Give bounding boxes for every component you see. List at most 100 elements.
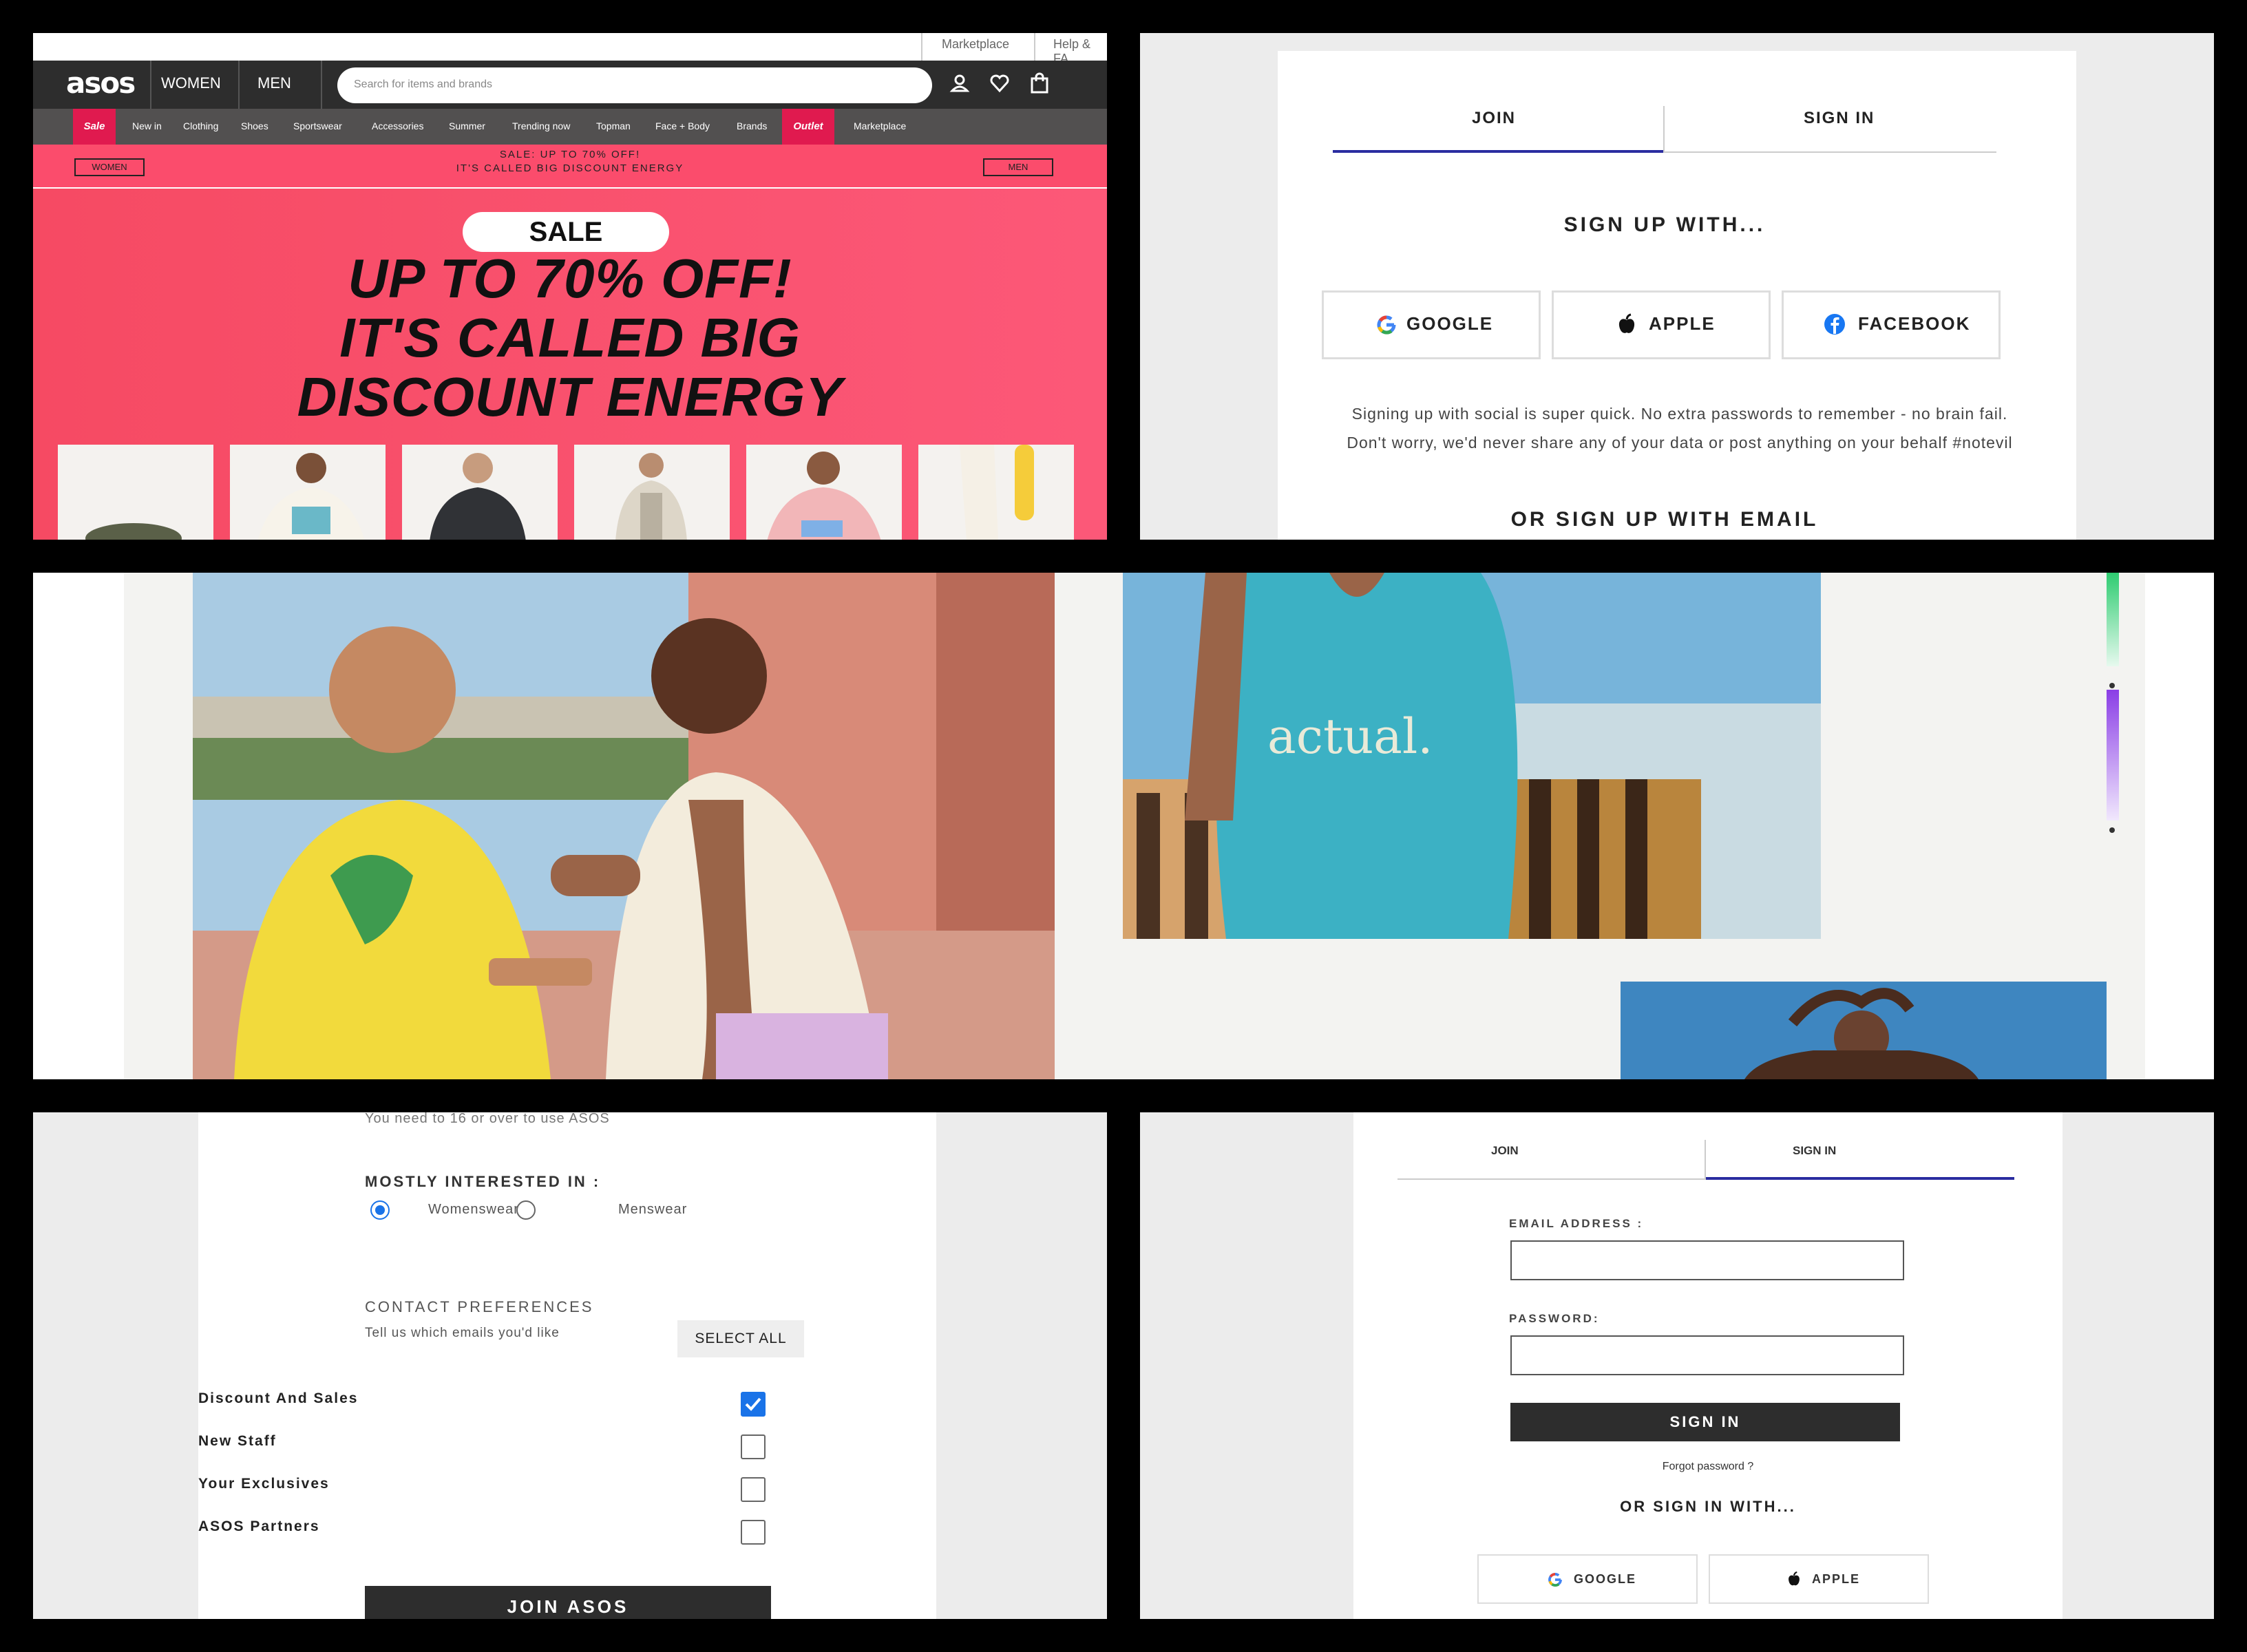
tshirt-print: actual. [1267, 708, 1433, 765]
pref-new-staff: New Staff [198, 1433, 277, 1449]
product-image [430, 453, 526, 540]
search-placeholder: Search for items and brands [354, 78, 492, 90]
promo-women-button[interactable]: WOMEN [74, 158, 145, 176]
product-card[interactable] [58, 445, 213, 540]
tab-divider [1705, 1140, 1706, 1180]
promo-men-button[interactable]: MEN [983, 158, 1053, 176]
category-topman[interactable]: Topman [596, 120, 631, 131]
pref-asos-partners: ASOS Partners [198, 1518, 320, 1534]
sign-up-email-heading: OR SIGN UP WITH EMAIL [1510, 508, 1819, 531]
tab-women[interactable]: WOMEN [161, 74, 221, 92]
google-label: GOOGLE [1574, 1572, 1637, 1586]
password-field[interactable] [1510, 1335, 1904, 1375]
checkbox-asos-partners[interactable] [741, 1520, 766, 1545]
asos-homepage-panel: Marketplace Help & FA asos WOMEN MEN Sea… [33, 33, 1107, 540]
checkbox-your-exclusives[interactable] [741, 1477, 766, 1502]
category-new-in[interactable]: New in [132, 120, 162, 131]
category-face-body[interactable]: Face + Body [655, 120, 710, 131]
product-card[interactable] [402, 445, 558, 540]
product-image [615, 453, 687, 540]
lifestyle-photo-third[interactable] [1621, 982, 2107, 1079]
radio-menswear[interactable] [516, 1200, 536, 1220]
category-brands[interactable]: Brands [737, 120, 767, 131]
promo-line-2: IT'S CALLED BIG DISCOUNT ENERGY [456, 162, 684, 174]
photo-two-men [193, 573, 1055, 1079]
promo-banner[interactable]: SALE: UP TO 70% OFF! IT'S CALLED BIG DIS… [33, 145, 1107, 187]
tab-sign-in[interactable]: SIGN IN [1793, 1144, 1836, 1158]
tab-men[interactable]: MEN [257, 74, 291, 92]
category-trending-now[interactable]: Trending now [512, 120, 570, 131]
google-button[interactable]: GOOGLE [1322, 290, 1541, 359]
email-field[interactable] [1510, 1240, 1904, 1280]
category-clothing[interactable]: Clothing [183, 120, 218, 131]
scroll-indicator-purple [2107, 690, 2119, 820]
scroll-dot [2109, 683, 2115, 688]
email-label: EMAIL ADDRESS : [1509, 1217, 1644, 1230]
facebook-button[interactable]: FACEBOOK [1782, 290, 2001, 359]
facebook-icon [1824, 314, 1845, 335]
category-outlet[interactable]: Outlet [782, 109, 834, 145]
lifestyle-photo-main[interactable] [193, 573, 1055, 1079]
join-social-panel: JOIN SIGN IN SIGN UP WITH... GOOGLE APPL… [1140, 33, 2214, 540]
join-asos-button[interactable]: JOIN ASOS [365, 1586, 771, 1619]
search-input[interactable]: Search for items and brands [337, 67, 932, 103]
forgot-password-link[interactable]: Forgot password ? [1353, 1461, 2063, 1473]
apple-button[interactable]: APPLE [1552, 290, 1771, 359]
photo-teal-tshirt: actual. [1123, 573, 1821, 939]
select-all-button[interactable]: SELECT ALL [677, 1320, 804, 1357]
product-image [767, 452, 881, 540]
lifestyle-photo-tshirt[interactable]: actual. [1123, 573, 1821, 939]
category-accessories[interactable]: Accessories [372, 120, 423, 131]
product-image [85, 523, 182, 540]
bag-icon[interactable] [1028, 72, 1051, 95]
apple-button[interactable]: APPLE [1709, 1554, 1929, 1604]
photo-man-posing [1621, 982, 2107, 1079]
main-nav: asos WOMEN MEN Search for items and bran… [33, 61, 1107, 109]
tab-join[interactable]: JOIN [1472, 109, 1516, 128]
product-card[interactable] [230, 445, 386, 540]
hero-headline-2: IT'S CALLED BIG [339, 307, 801, 368]
menswear-label[interactable]: Menswear [618, 1202, 687, 1218]
utility-link-marketplace[interactable]: Marketplace [942, 37, 1009, 52]
category-sportswear[interactable]: Sportswear [293, 120, 342, 131]
sale-pill: SALE [463, 212, 669, 252]
google-icon [1548, 1573, 1562, 1587]
google-icon [1377, 315, 1396, 335]
facebook-label: FACEBOOK [1858, 313, 1971, 334]
pref-your-exclusives: Your Exclusives [198, 1476, 330, 1492]
sign-in-button[interactable]: SIGN IN [1510, 1403, 1900, 1441]
product-card[interactable] [574, 445, 730, 540]
scroll-dot [2109, 827, 2115, 833]
product-image [257, 453, 365, 540]
pref-discount-sales: Discount And Sales [198, 1390, 359, 1406]
password-label: PASSWORD: [1509, 1312, 1600, 1325]
tab-join[interactable]: JOIN [1491, 1144, 1519, 1158]
asos-logo[interactable]: asos [66, 66, 136, 100]
account-icon[interactable] [949, 72, 971, 95]
sign-in-card: JOIN SIGN IN EMAIL ADDRESS : PASSWORD: S… [1353, 1112, 2063, 1619]
checkbox-discount-sales[interactable] [741, 1392, 766, 1417]
hero-headline-3: DISCOUNT ENERGY [297, 366, 843, 427]
divider [321, 61, 322, 109]
category-sale[interactable]: Sale [73, 109, 116, 145]
apple-icon [1789, 1571, 1800, 1586]
sale-hero-banner[interactable]: SALE UP TO 70% OFF! IT'S CALLED BIG DISC… [33, 189, 1107, 540]
divider [921, 33, 922, 61]
apple-label: APPLE [1812, 1572, 1861, 1586]
social-note-line-2: Don't worry, we'd never share any of you… [1347, 434, 2013, 452]
tab-underline [1397, 1178, 1706, 1180]
womenswear-label[interactable]: Womenswear [428, 1202, 519, 1218]
category-marketplace[interactable]: Marketplace [854, 120, 906, 131]
product-card[interactable] [746, 445, 902, 540]
heart-icon[interactable] [989, 72, 1011, 95]
category-shoes[interactable]: Shoes [241, 120, 268, 131]
radio-womenswear[interactable] [370, 1200, 390, 1220]
checkbox-new-staff[interactable] [741, 1434, 766, 1459]
age-note: You need to 16 or over to use ASOS [365, 1112, 610, 1126]
tab-sign-in[interactable]: SIGN IN [1804, 109, 1875, 128]
interest-label: MOSTLY INTERESTED IN : [365, 1173, 601, 1190]
google-button[interactable]: GOOGLE [1477, 1554, 1698, 1604]
divider [150, 61, 151, 109]
product-card[interactable] [918, 445, 1074, 540]
category-summer[interactable]: Summer [449, 120, 485, 131]
